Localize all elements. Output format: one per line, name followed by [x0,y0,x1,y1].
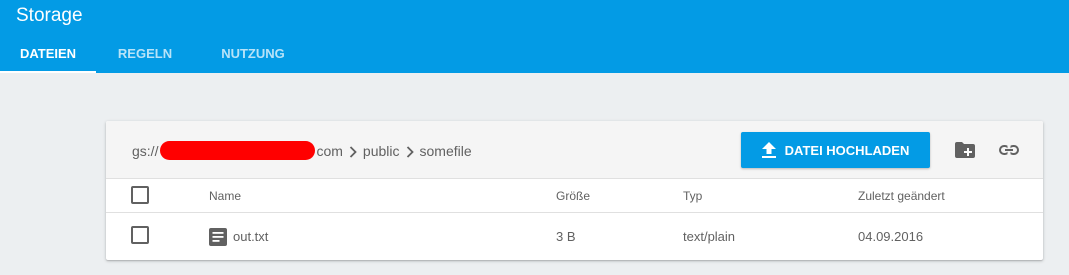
tab-files[interactable]: DATEIEN [0,33,96,73]
column-header-name[interactable]: Name [209,179,241,212]
file-name-cell: out.txt [209,213,268,260]
table-row[interactable]: out.txt 3 B text/plain 04.09.2016 [106,213,1043,260]
breadcrumb-item-somefile[interactable]: somefile [420,142,472,160]
column-header-modified[interactable]: Zuletzt geändert [858,179,945,212]
upload-file-button[interactable]: DATEI HOCHLADEN [741,132,930,168]
column-header-type[interactable]: Typ [683,179,702,212]
redacted-bucket-name [160,141,316,160]
app-title: Storage [16,5,83,26]
table-header: Name Größe Typ Zuletzt geändert [106,179,1043,213]
text-file-icon [209,227,227,246]
upload-icon [761,142,776,158]
tab-usage[interactable]: NUTZUNG [194,33,312,73]
breadcrumb-item-public[interactable]: public [363,142,400,160]
link-icon[interactable] [997,138,1021,162]
file-type: text/plain [683,229,736,244]
create-folder-icon[interactable] [953,138,977,162]
row-checkbox[interactable] [131,226,149,244]
select-all-checkbox[interactable] [131,186,149,204]
file-modified-date: 04.09.2016 [858,229,924,244]
file-size: 3 B [556,229,576,244]
upload-file-label: DATEI HOCHLADEN [784,142,910,158]
breadcrumb-bucket-prefix[interactable]: gs:// [132,142,158,160]
file-toolbar: gs:// com public somefile DATEI HOCHLADE… [106,121,1043,179]
chevron-right-icon [400,142,420,160]
breadcrumb-bucket-suffix[interactable]: com [316,142,342,160]
column-header-size[interactable]: Größe [556,179,590,212]
breadcrumb: gs:// com public somefile [132,141,472,160]
app-header: Storage DATEIEN REGELN NUTZUNG [0,0,1069,73]
tab-bar: DATEIEN REGELN NUTZUNG [0,33,312,73]
chevron-right-icon [343,142,363,160]
file-browser-card: gs:// com public somefile DATEI HOCHLADE… [106,121,1043,260]
file-name[interactable]: out.txt [233,229,268,244]
tab-rules[interactable]: REGELN [96,33,194,73]
